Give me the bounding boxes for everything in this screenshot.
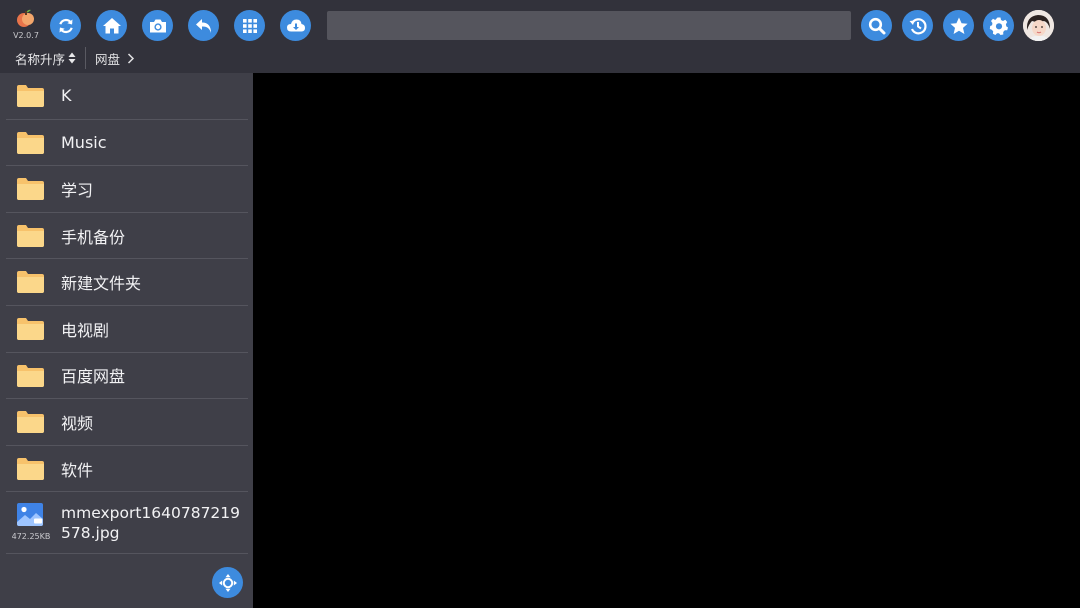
folder-icon — [17, 131, 44, 154]
breadcrumb-item[interactable]: 网盘 — [95, 49, 120, 68]
history-button[interactable] — [902, 10, 933, 41]
folder-name: Music — [61, 132, 107, 152]
folder-row[interactable]: 新建文件夹 — [6, 259, 248, 306]
star-icon — [949, 17, 968, 34]
sort-and-path-bar: 名称升序 网盘 — [0, 46, 135, 70]
settings-button[interactable] — [983, 10, 1014, 41]
folder-name: 百度网盘 — [61, 367, 126, 387]
folder-icon — [17, 178, 44, 201]
gear-icon — [989, 17, 1008, 35]
folder-name: 软件 — [61, 460, 94, 480]
camera-button[interactable] — [142, 10, 173, 41]
home-icon — [102, 17, 121, 33]
folder-row[interactable]: 学习 — [6, 166, 248, 213]
user-avatar-image — [1023, 10, 1054, 41]
sort-button[interactable]: 名称升序 — [0, 46, 76, 70]
folder-icon — [17, 224, 44, 247]
folder-row[interactable]: 软件 — [6, 446, 248, 493]
refresh-icon — [58, 18, 73, 33]
folder-icon — [17, 317, 44, 340]
folder-row[interactable]: 视频 — [6, 399, 248, 446]
favorites-button[interactable] — [943, 10, 974, 41]
file-row[interactable]: 472.25KB mmexport1640787219578.jpg — [6, 492, 248, 555]
app-logo: V2.0.7 — [10, 6, 42, 42]
folder-icon — [17, 411, 44, 434]
grid-apps-icon — [242, 18, 257, 33]
file-list-panel: K Music 学习 手机备份 新建文件夹 电视剧 百度网盘 视频 软件 472… — [0, 73, 253, 608]
folder-name: 电视剧 — [61, 320, 110, 340]
chevron-right-icon — [128, 52, 135, 64]
sort-label: 名称升序 — [15, 51, 66, 67]
top-toolbar: V2.0.7 名称升序 网盘 — [0, 0, 1080, 73]
home-button[interactable] — [96, 10, 127, 41]
folder-row[interactable]: K — [6, 73, 248, 120]
app-logo-icon — [17, 9, 34, 27]
cloud-download-icon — [286, 19, 305, 31]
folder-name: 新建文件夹 — [61, 274, 142, 294]
folder-name: K — [61, 86, 72, 106]
navigate-button[interactable] — [212, 567, 243, 598]
file-manager-app: V2.0.7 名称升序 网盘 K Music 学习 手机备份 新建文件夹 电视剧… — [0, 0, 1080, 608]
search-icon — [868, 17, 885, 34]
sort-updown-icon — [68, 52, 76, 64]
folder-name: 视频 — [61, 413, 94, 433]
folder-row[interactable]: 手机备份 — [6, 213, 248, 260]
search-button[interactable] — [861, 10, 892, 41]
user-avatar[interactable] — [1023, 10, 1054, 41]
preview-area — [253, 73, 1080, 608]
folder-icon — [17, 271, 44, 294]
history-icon — [909, 17, 927, 34]
folder-row[interactable]: Music — [6, 120, 248, 167]
apps-button[interactable] — [234, 10, 265, 41]
file-list: K Music 学习 手机备份 新建文件夹 电视剧 百度网盘 视频 软件 472… — [6, 73, 248, 555]
folder-row[interactable]: 百度网盘 — [6, 353, 248, 400]
cloud-download-button[interactable] — [280, 10, 311, 41]
file-name: mmexport1640787219578.jpg — [61, 504, 241, 543]
folder-icon — [17, 364, 44, 387]
search-input[interactable] — [327, 11, 851, 40]
dpad-navigate-icon — [218, 573, 237, 592]
camera-icon — [149, 19, 166, 32]
folder-name: 手机备份 — [61, 227, 126, 247]
folder-name: 学习 — [61, 180, 94, 200]
back-icon — [195, 18, 211, 33]
folder-icon — [17, 85, 44, 107]
folder-icon — [17, 457, 44, 480]
image-file-icon — [17, 503, 43, 527]
back-button[interactable] — [188, 10, 219, 41]
refresh-button[interactable] — [50, 10, 81, 41]
app-version: V2.0.7 — [13, 31, 39, 40]
file-size: 472.25KB — [11, 532, 51, 542]
breadcrumb[interactable]: 网盘 — [86, 46, 135, 70]
folder-row[interactable]: 电视剧 — [6, 306, 248, 353]
